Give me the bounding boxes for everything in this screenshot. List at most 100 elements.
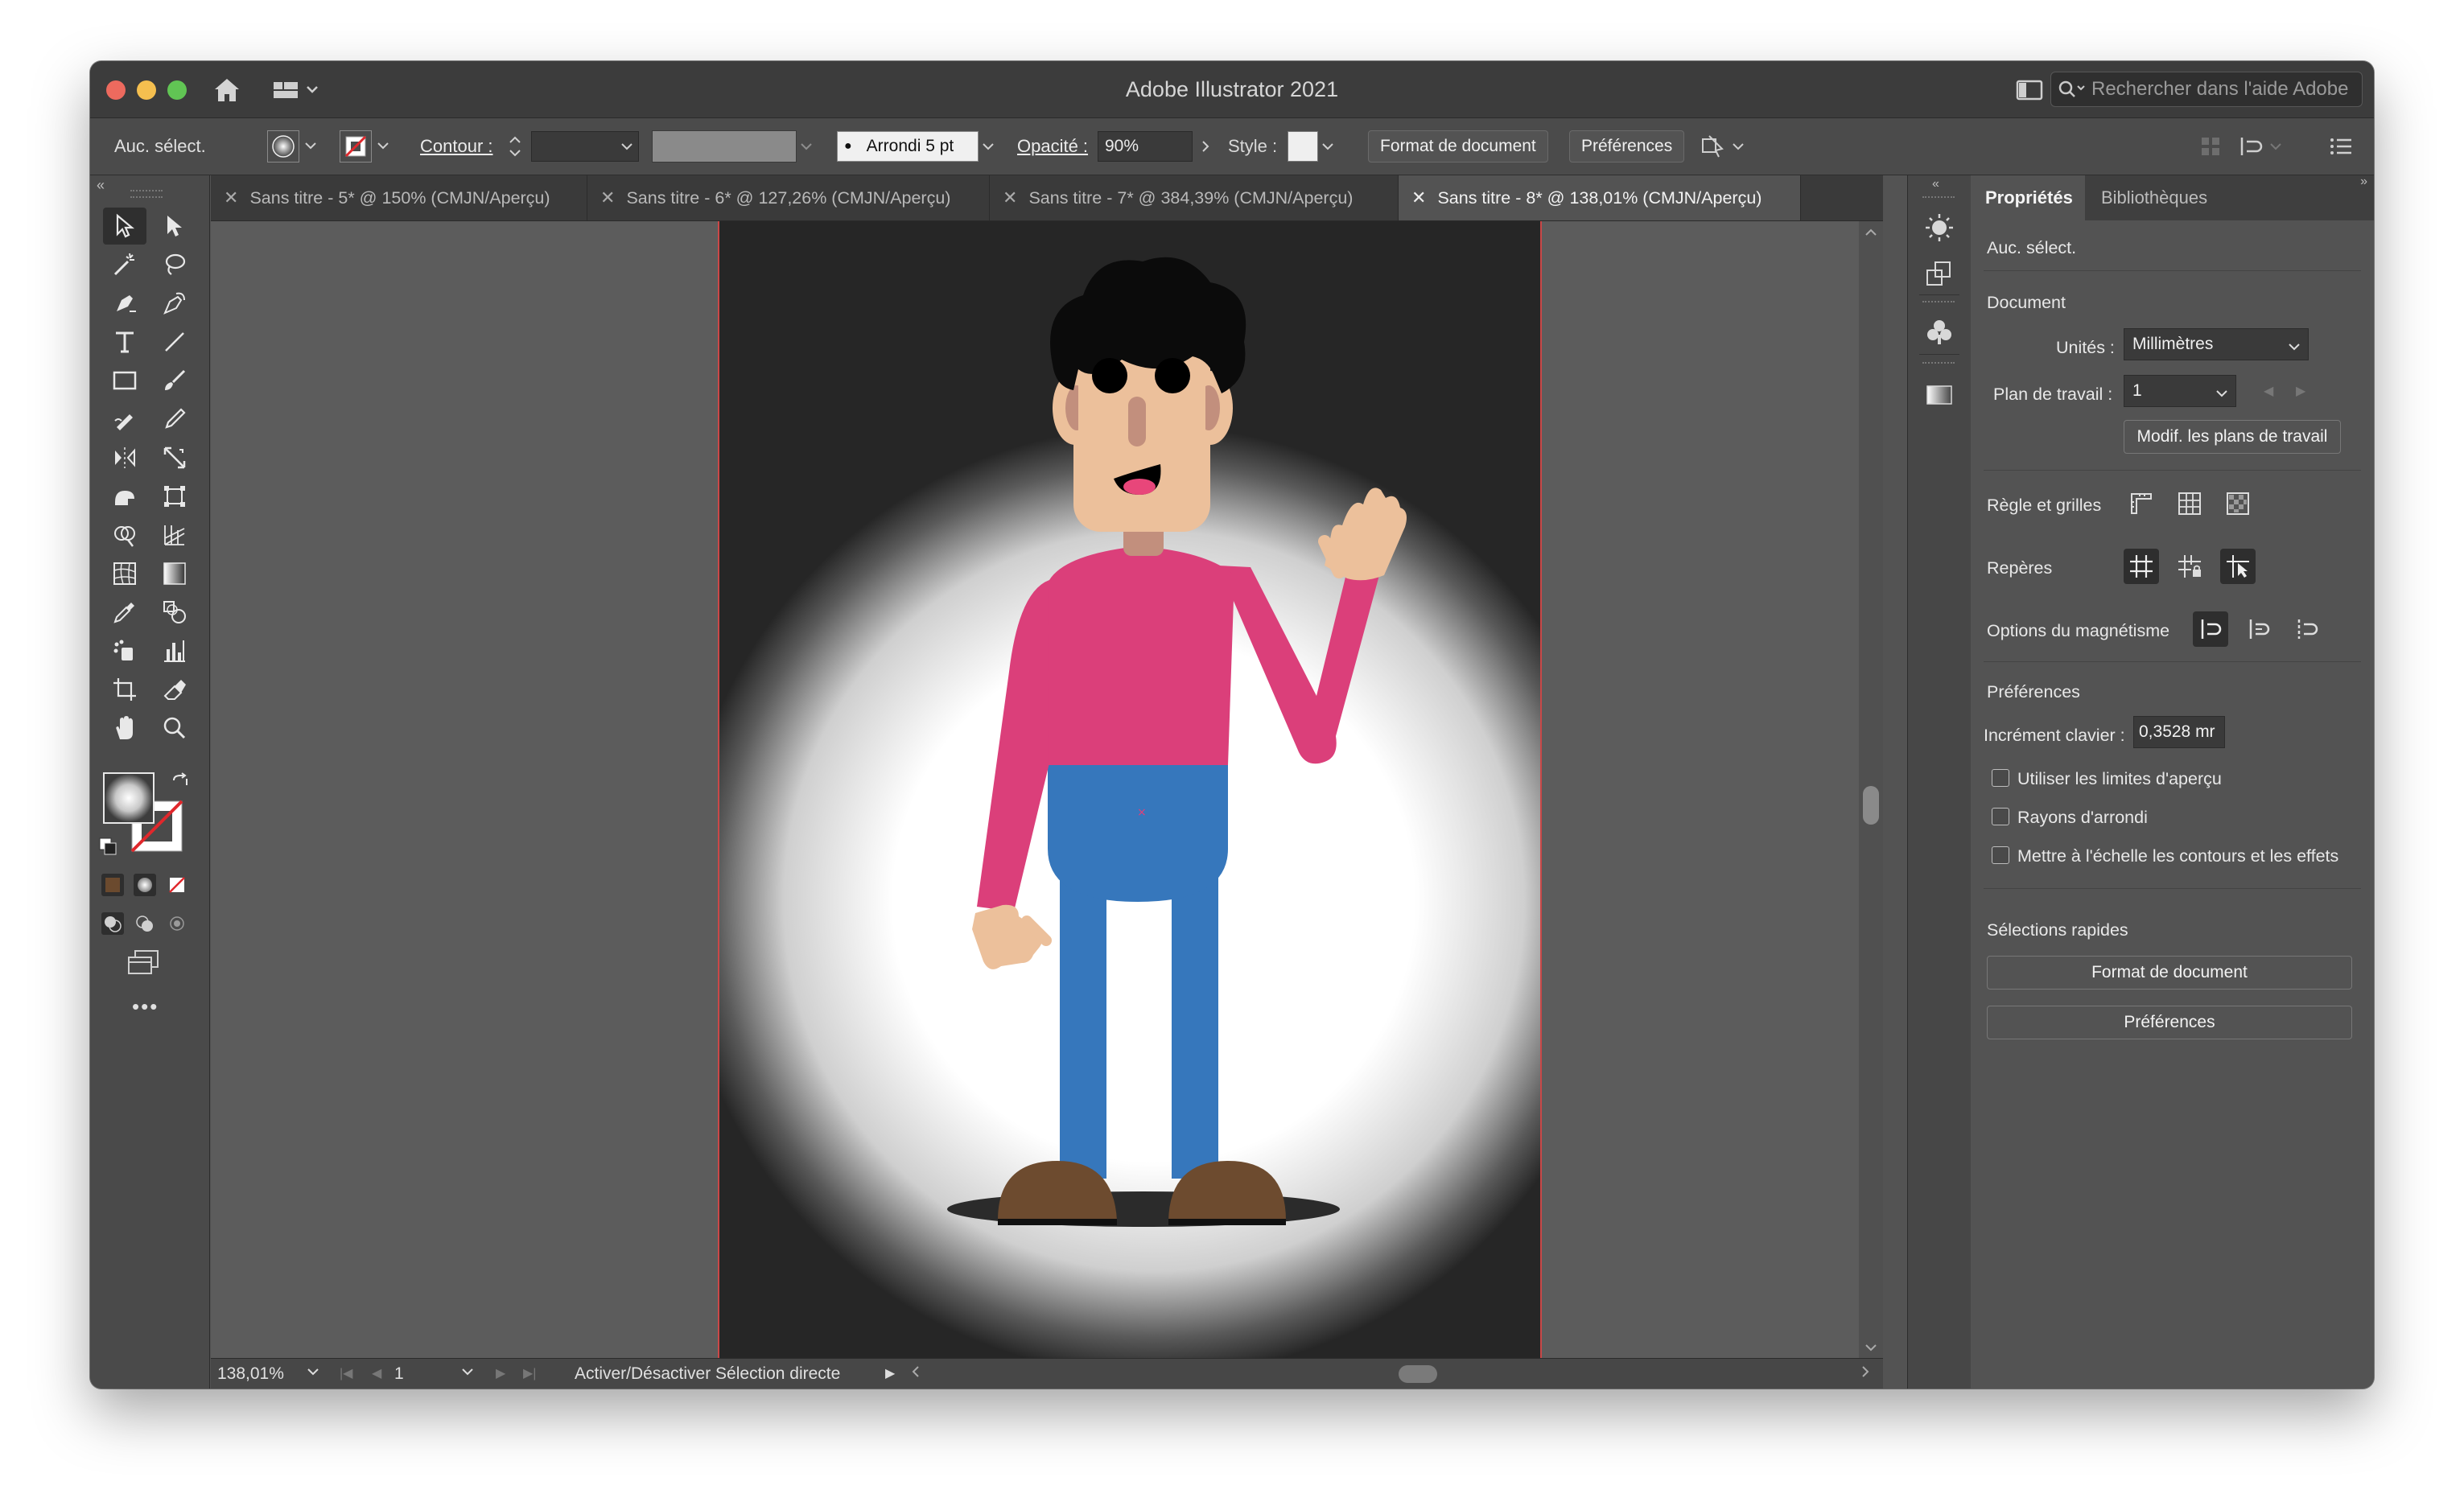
canvas-area[interactable]: × — [211, 221, 1883, 1359]
artboard-number-field[interactable]: 1 — [394, 1362, 459, 1386]
reflect-tool-icon[interactable] — [103, 439, 146, 476]
curvature-tool-icon[interactable] — [153, 285, 196, 322]
scroll-left-icon[interactable] — [909, 1364, 922, 1385]
preferences-button[interactable]: Préférences — [1569, 130, 1685, 163]
selection-tool-icon[interactable] — [103, 208, 146, 245]
fill-dropdown-chevron-icon[interactable] — [301, 130, 320, 162]
nose[interactable] — [1128, 397, 1146, 446]
opacity-field[interactable]: 90% — [1098, 130, 1215, 163]
help-search-box[interactable] — [2050, 72, 2363, 107]
stroke-weight-stepper[interactable] — [505, 130, 525, 163]
fill-swatch[interactable] — [267, 130, 299, 163]
stroke-swatch[interactable] — [340, 130, 372, 163]
default-fill-stroke-icon[interactable] — [98, 837, 117, 860]
home-icon[interactable] — [211, 74, 243, 106]
smart-guides-icon[interactable] — [2220, 549, 2256, 584]
draw-behind-icon[interactable] — [134, 912, 156, 935]
eyedropper-tool-icon[interactable] — [103, 594, 146, 631]
recolor-artwork-icon[interactable] — [1700, 130, 1748, 163]
zoom-tool-icon[interactable] — [153, 710, 196, 747]
gradient-mode-icon[interactable] — [134, 874, 156, 896]
right-eye[interactable] — [1155, 358, 1190, 393]
tab-properties[interactable]: Propriétés — [1971, 175, 2085, 220]
strip-grip[interactable] — [1922, 362, 1955, 367]
right-leg[interactable] — [1172, 865, 1218, 1179]
horizontal-scroll-thumb[interactable] — [1399, 1365, 1437, 1383]
left-eye[interactable] — [1092, 358, 1127, 393]
graphic-style-swatch[interactable] — [1288, 130, 1337, 163]
paintbrush-tool-icon[interactable] — [153, 362, 196, 399]
show-guides-icon[interactable] — [2124, 549, 2159, 584]
gradient-panel-icon[interactable] — [1924, 380, 1955, 414]
zoom-dropdown-chevron-icon[interactable] — [306, 1364, 320, 1385]
free-transform-tool-icon[interactable] — [153, 478, 196, 515]
mesh-tool-icon[interactable] — [103, 555, 146, 592]
expand-panels-icon[interactable]: « — [1932, 177, 1939, 191]
eraser-tool-icon[interactable] — [153, 671, 196, 708]
previous-artboard-icon[interactable]: ◀ — [2264, 383, 2273, 399]
scroll-up-icon[interactable] — [1863, 224, 1879, 243]
panel-document-format-button[interactable]: Format de document — [1987, 956, 2352, 990]
stroke-weight-field[interactable] — [531, 130, 639, 163]
next-artboard-icon[interactable]: ▶ — [2296, 383, 2305, 399]
hand-tool-icon[interactable] — [103, 710, 146, 747]
vertical-scrollbar[interactable] — [1859, 221, 1883, 1359]
draw-inside-icon[interactable] — [166, 912, 188, 935]
document-tab[interactable]: ✕ Sans titre - 7* @ 384,39% (CMJN/Aperçu) — [990, 175, 1399, 220]
vertical-scroll-thumb[interactable] — [1863, 786, 1879, 825]
first-artboard-icon[interactable]: |◀ — [340, 1365, 352, 1381]
appearance-panel-icon[interactable] — [1924, 212, 1955, 247]
column-graph-tool-icon[interactable] — [153, 632, 196, 669]
collapse-toolbar-icon[interactable]: « — [97, 177, 105, 194]
checkbox-scale-strokes[interactable] — [1992, 846, 2009, 864]
color-mode-icon[interactable] — [101, 874, 124, 896]
draw-normal-icon[interactable] — [101, 912, 124, 935]
zoom-level-field[interactable]: 138,01% — [217, 1362, 290, 1386]
scroll-right-icon[interactable] — [1859, 1364, 1872, 1385]
snap-to-glyph-icon[interactable] — [2289, 611, 2325, 647]
none-mode-icon[interactable] — [166, 874, 188, 896]
close-tab-icon[interactable]: ✕ — [1003, 187, 1017, 208]
rulers-icon[interactable] — [2124, 486, 2159, 521]
stroke-dropdown-chevron-icon[interactable] — [373, 130, 393, 162]
workspace-switcher-icon[interactable] — [272, 74, 320, 106]
shirt[interactable] — [1048, 546, 1234, 765]
direct-selection-tool-icon[interactable] — [153, 208, 196, 245]
screen-mode-icon[interactable] — [126, 949, 161, 979]
transform-panel-icon[interactable] — [1924, 259, 1955, 294]
checkbox-corner-radius[interactable] — [1992, 808, 2009, 825]
character-illustration[interactable]: × — [719, 221, 1542, 1359]
close-tab-icon[interactable]: ✕ — [1411, 187, 1426, 208]
left-leg[interactable] — [1060, 865, 1106, 1179]
panel-menu-icon[interactable] — [2329, 130, 2353, 163]
keyboard-increment-field[interactable]: 0,3528 mr — [2133, 716, 2225, 748]
swap-fill-stroke-icon[interactable] — [171, 772, 190, 796]
last-artboard-icon[interactable]: ▶| — [523, 1365, 536, 1381]
pen-tool-icon[interactable] — [103, 285, 146, 322]
strip-grip[interactable] — [1922, 301, 1955, 306]
artboard-dropdown-chevron-icon[interactable] — [460, 1364, 475, 1385]
next-artboard-icon[interactable]: ▶ — [496, 1365, 505, 1381]
scroll-down-icon[interactable] — [1863, 1339, 1879, 1359]
type-tool-icon[interactable] — [103, 323, 146, 360]
document-tab-active[interactable]: ✕ Sans titre - 8* @ 138,01% (CMJN/Aperçu) — [1399, 175, 1801, 220]
shaper-tool-icon[interactable] — [103, 401, 146, 438]
close-window-button[interactable] — [106, 80, 126, 100]
artboard-tool-icon[interactable] — [103, 671, 146, 708]
artboard-select[interactable]: 1 — [2124, 375, 2236, 407]
lock-guides-icon[interactable] — [2172, 549, 2207, 584]
opacity-label[interactable]: Opacité : — [1017, 130, 1088, 163]
previous-artboard-icon[interactable]: ◀ — [372, 1365, 381, 1381]
align-grid-icon[interactable] — [2198, 130, 2223, 163]
perspective-grid-tool-icon[interactable] — [153, 516, 196, 553]
collapse-panel-icon[interactable]: » — [2360, 175, 2367, 189]
grid-icon[interactable] — [2172, 486, 2207, 521]
rectangle-tool-icon[interactable] — [103, 362, 146, 399]
minimize-window-button[interactable] — [137, 80, 156, 100]
brush-definition-select[interactable]: ● Arrondi 5 pt — [837, 130, 998, 163]
document-tab[interactable]: ✕ Sans titre - 6* @ 127,26% (CMJN/Aperçu) — [587, 175, 990, 220]
edit-toolbar-more-icon[interactable]: ••• — [132, 994, 159, 1019]
help-search-input[interactable] — [2091, 78, 2349, 101]
document-format-button[interactable]: Format de document — [1368, 130, 1548, 163]
shape-builder-tool-icon[interactable] — [103, 516, 146, 553]
